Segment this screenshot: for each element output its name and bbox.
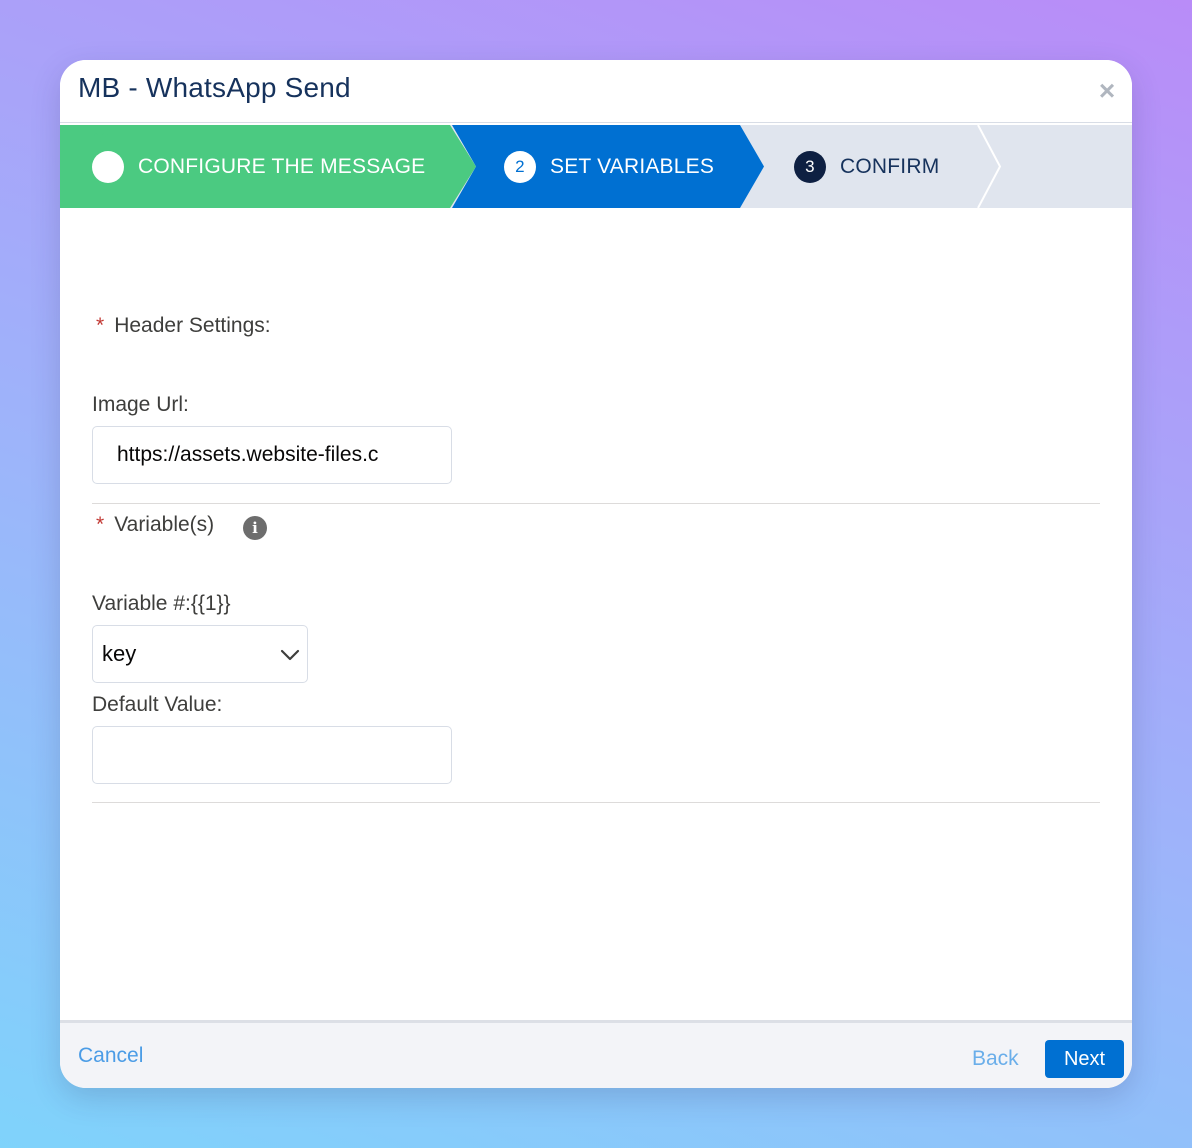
chevron-down-icon	[280, 649, 300, 661]
step-separator	[977, 125, 1002, 208]
modal-title: MB - WhatsApp Send	[78, 72, 351, 103]
next-button[interactable]: Next	[1045, 1040, 1124, 1078]
required-mark: *	[96, 513, 105, 536]
step-badge: 2	[504, 150, 536, 183]
modal-dialog: MB - WhatsApp Send × CONFIGURE THE MESSA…	[60, 60, 1132, 1088]
step-set-variables[interactable]: 2 SET VARIABLES	[504, 125, 714, 208]
back-button[interactable]: Back	[972, 1047, 1019, 1071]
section-divider	[92, 802, 1100, 803]
step-badge: 3	[794, 150, 826, 183]
modal-header: MB - WhatsApp Send ×	[60, 60, 1132, 123]
variable-1-select[interactable]: key	[92, 625, 308, 683]
step-label: CONFIRM	[840, 154, 940, 178]
cancel-button[interactable]: Cancel	[78, 1044, 143, 1068]
step-confirm[interactable]: 3 CONFIRM	[794, 125, 939, 208]
section-title: Header Settings:	[114, 314, 271, 337]
required-mark: *	[96, 314, 105, 337]
progress-path: CONFIGURE THE MESSAGE 2 SET VARIABLES 3 …	[60, 125, 1132, 208]
variable-1-label: Variable #:{{1}}	[92, 592, 231, 615]
variables-label: * Variable(s)	[92, 513, 214, 537]
header-settings-label: * Header Settings:	[92, 314, 271, 338]
info-icon[interactable]: i	[243, 516, 267, 540]
select-value: key	[102, 641, 137, 666]
step-label: SET VARIABLES	[550, 154, 715, 178]
default-value-input[interactable]	[92, 726, 452, 784]
image-url-input[interactable]	[92, 426, 452, 484]
image-url-label: Image Url:	[92, 393, 189, 416]
step-badge	[92, 129, 124, 183]
check-icon	[94, 129, 110, 142]
close-icon[interactable]: ×	[1094, 77, 1120, 105]
default-value-label: Default Value:	[92, 693, 223, 716]
step-label: CONFIGURE THE MESSAGE	[138, 154, 426, 178]
section-title: Variable(s)	[114, 513, 215, 536]
modal-footer: Cancel Back Next	[60, 1020, 1132, 1088]
section-divider	[92, 503, 1100, 504]
step-configure-message[interactable]: CONFIGURE THE MESSAGE	[92, 125, 425, 208]
